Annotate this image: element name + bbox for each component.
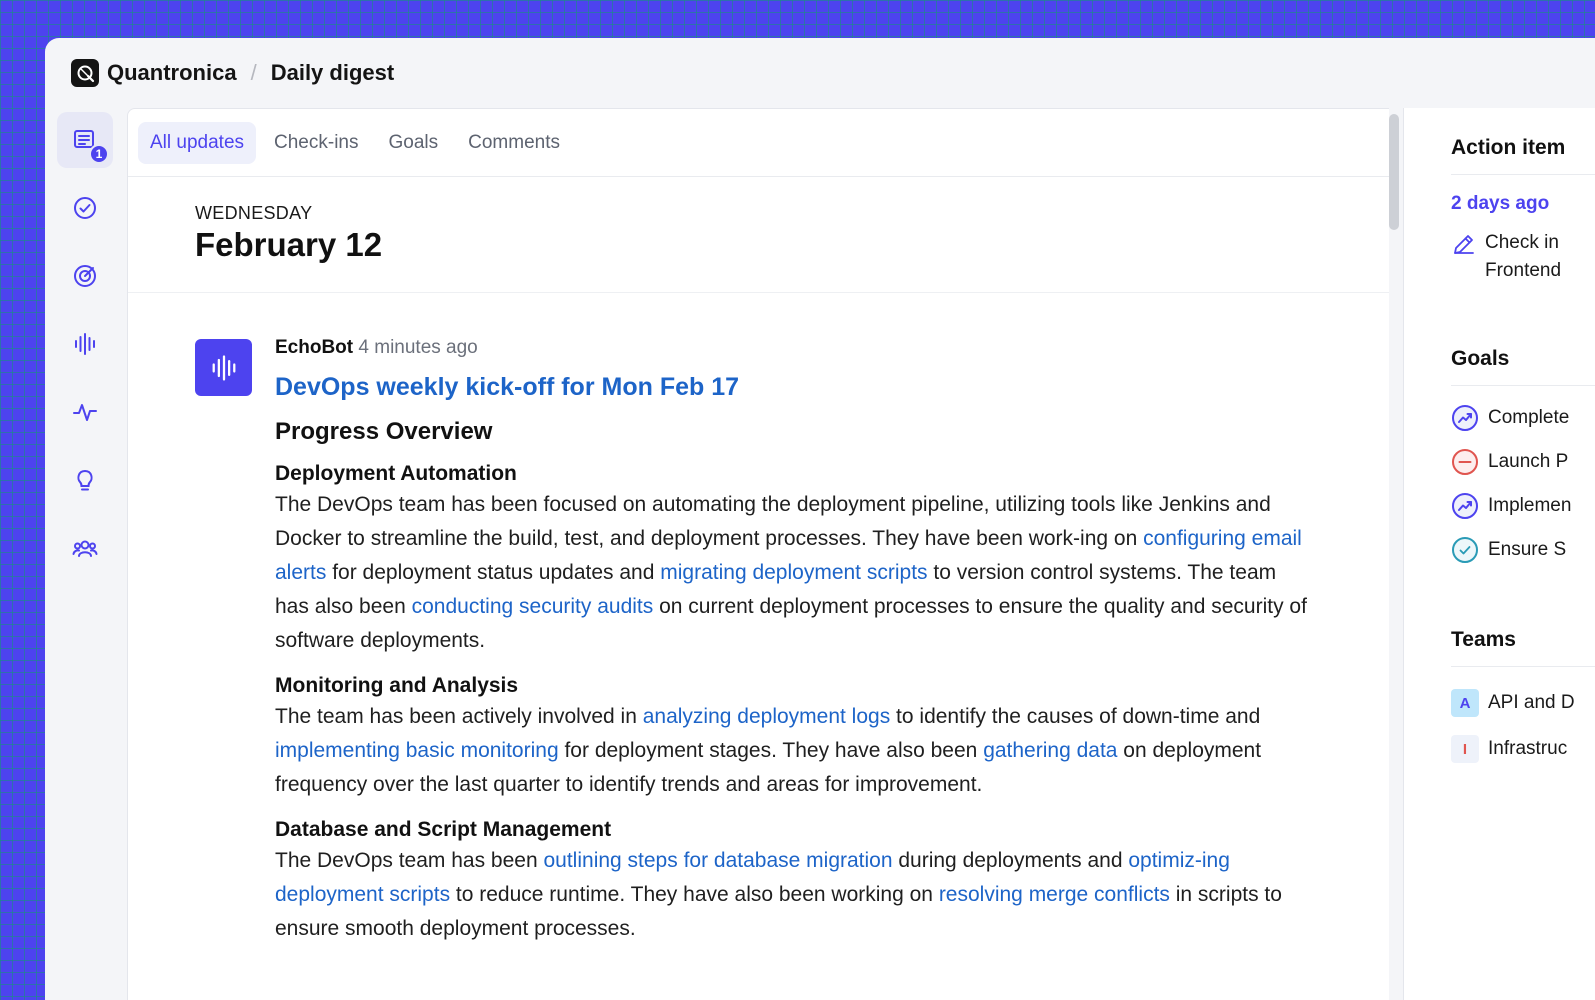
- feed-panel: All updates Check-ins Goals Comments WED…: [127, 108, 1389, 1000]
- inline-link[interactable]: analyzing deployment logs: [643, 705, 891, 728]
- breadcrumb-separator: /: [250, 60, 257, 85]
- section-heading: Monitoring and Analysis: [275, 674, 519, 697]
- nav-people[interactable]: [57, 520, 113, 576]
- echobot-avatar[interactable]: [195, 339, 252, 396]
- right-sidebar: Action item 2 days ago Check in Frontend…: [1403, 108, 1595, 1000]
- action-item-line1: Check in: [1485, 232, 1559, 253]
- nav-goals[interactable]: [57, 248, 113, 304]
- nav-check-ins[interactable]: [57, 180, 113, 236]
- pencil-icon: [1454, 235, 1474, 254]
- team-name: Infrastruc: [1488, 738, 1568, 759]
- inline-link[interactable]: outlining steps for database migration: [543, 849, 892, 872]
- inline-link[interactable]: migrating deployment scripts: [660, 561, 927, 584]
- tab-goals[interactable]: Goals: [377, 122, 451, 164]
- feed-scrollbar[interactable]: [1389, 114, 1399, 230]
- quantronica-logo-icon[interactable]: [71, 59, 99, 87]
- goal-name: Ensure S: [1488, 539, 1567, 560]
- nav-activity[interactable]: [57, 384, 113, 440]
- paragraph-text: for deployment stages. They have also be…: [558, 739, 984, 762]
- trend-up-icon: [1452, 405, 1478, 431]
- team-avatar: I: [1451, 735, 1479, 763]
- team-avatar: A: [1451, 689, 1479, 717]
- nav-echo[interactable]: [57, 316, 113, 372]
- post-meta: EchoBot 4 minutes ago: [275, 337, 1307, 359]
- activity-icon: [73, 404, 97, 421]
- paragraph-text: The DevOps team has been: [275, 849, 544, 872]
- paragraph-text: The DevOps team has been focused on auto…: [275, 493, 1271, 550]
- waveform-icon: [212, 354, 235, 381]
- brand-name[interactable]: Quantronica: [107, 60, 237, 86]
- app-window: Quantronica / Daily digest 1 All updates…: [45, 38, 1595, 1000]
- lightbulb-icon: [77, 469, 93, 491]
- inline-link[interactable]: gathering data: [983, 739, 1117, 762]
- weekday-label: WEDNESDAY: [195, 203, 313, 223]
- section-heading: Database and Script Management: [275, 818, 612, 841]
- goal-item[interactable]: Implemen: [1451, 492, 1595, 520]
- post-author[interactable]: EchoBot: [275, 337, 353, 358]
- action-item[interactable]: Check in Frontend: [1451, 229, 1595, 285]
- paragraph-text: to identify the causes of down-time and: [890, 705, 1261, 728]
- paragraph-text: The team has been actively involved in: [275, 705, 643, 728]
- team-item[interactable]: I Infrastruc: [1451, 735, 1595, 763]
- section-paragraph: The DevOps team has been focused on auto…: [275, 488, 1307, 658]
- section-paragraph: The DevOps team has been outlining steps…: [275, 844, 1307, 946]
- post-title-link[interactable]: DevOps weekly kick-off for Mon Feb 17: [275, 373, 1307, 402]
- goal-name: Complete: [1488, 407, 1570, 428]
- goal-item[interactable]: Launch P: [1451, 448, 1595, 476]
- paragraph-text: to reduce runtime. They have also been w…: [450, 883, 939, 906]
- goal-item[interactable]: Ensure S: [1451, 536, 1595, 564]
- top-bar: Quantronica / Daily digest: [45, 38, 1595, 108]
- section-paragraph: The team has been actively involved in a…: [275, 700, 1307, 802]
- action-items-heading: Action item: [1451, 136, 1595, 175]
- inline-link[interactable]: resolving merge conflicts: [939, 883, 1170, 906]
- teams-heading: Teams: [1451, 628, 1595, 667]
- tab-comments[interactable]: Comments: [456, 122, 572, 164]
- trend-up-icon: [1452, 493, 1478, 519]
- post-body: EchoBot 4 minutes ago DevOps weekly kick…: [275, 337, 1307, 946]
- action-item-time: 2 days ago: [1451, 193, 1550, 214]
- off-track-icon: [1452, 449, 1478, 475]
- feed-tabs: All updates Check-ins Goals Comments: [128, 109, 1389, 177]
- target-icon: [74, 265, 96, 287]
- goals-heading: Goals: [1451, 347, 1595, 386]
- nav-feed[interactable]: 1: [57, 112, 113, 168]
- nav-rail: 1: [57, 112, 113, 588]
- date-label: February 12: [195, 226, 383, 263]
- team-name: API and D: [1488, 692, 1575, 713]
- tab-check-ins[interactable]: Check-ins: [262, 122, 370, 164]
- overview-heading: Progress Overview: [275, 418, 493, 445]
- people-icon: [72, 540, 98, 557]
- day-header: WEDNESDAY February 12: [128, 177, 1389, 293]
- goal-name: Launch P: [1488, 451, 1569, 472]
- feed-post: EchoBot 4 minutes ago DevOps weekly kick…: [128, 293, 1389, 946]
- check-circle-icon: [1452, 537, 1478, 563]
- section-heading: Deployment Automation: [275, 462, 517, 485]
- team-item[interactable]: A API and D: [1451, 689, 1595, 717]
- page-title: Daily digest: [270, 60, 395, 85]
- goal-item[interactable]: Complete: [1451, 404, 1595, 432]
- post-time: 4 minutes ago: [358, 337, 478, 358]
- check-circle-icon: [74, 197, 96, 219]
- nav-ideas[interactable]: [57, 452, 113, 508]
- waveform-icon: [75, 333, 95, 355]
- action-item-line2: Frontend: [1485, 260, 1562, 281]
- goal-name: Implemen: [1488, 495, 1572, 516]
- unread-badge: 1: [89, 144, 109, 164]
- inline-link[interactable]: conducting security audits: [412, 595, 654, 618]
- paragraph-text: for deployment status updates and: [326, 561, 661, 584]
- tab-all-updates[interactable]: All updates: [138, 121, 257, 164]
- inline-link[interactable]: implementing basic monitoring: [275, 739, 559, 762]
- paragraph-text: during deployments and: [892, 849, 1129, 872]
